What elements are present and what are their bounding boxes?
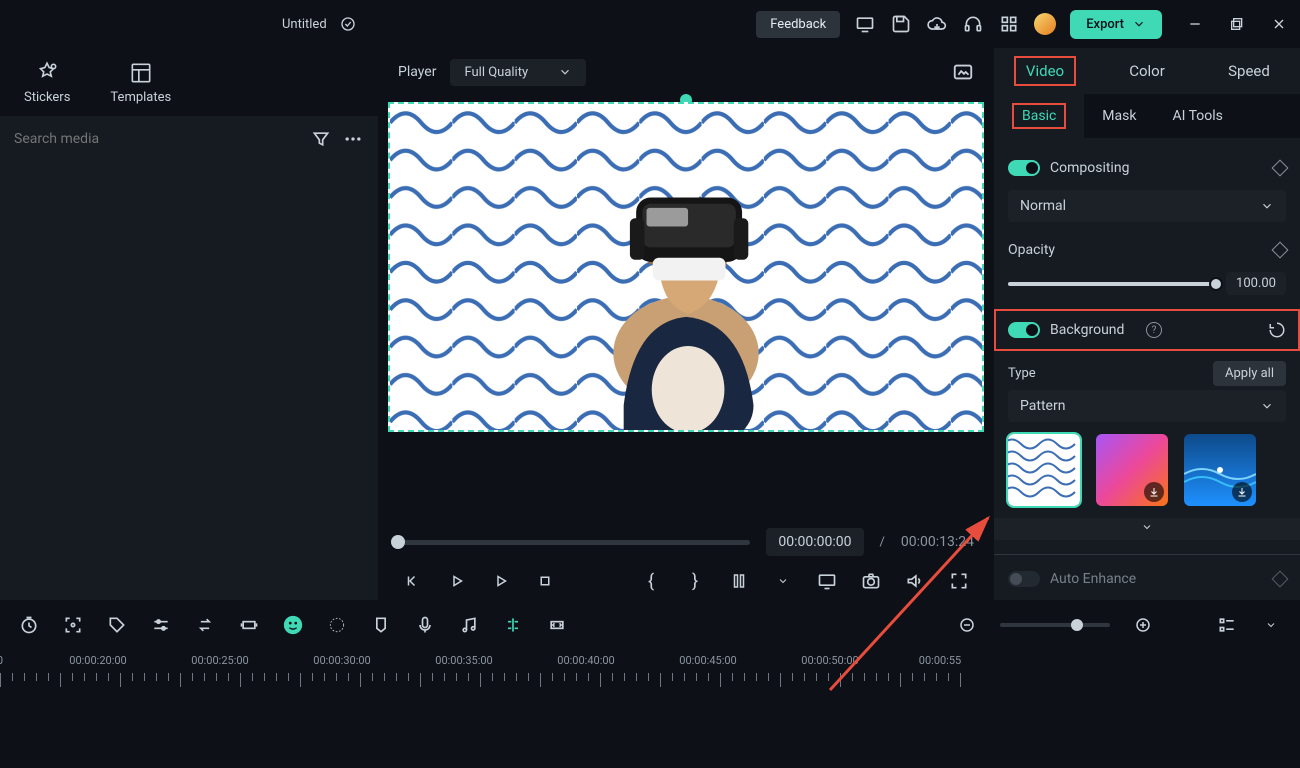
compositing-label: Compositing bbox=[1050, 160, 1264, 176]
right-panel: Video Color Speed Basic Mask AI Tools Co… bbox=[994, 48, 1300, 600]
zoom-in-icon[interactable] bbox=[1132, 614, 1154, 636]
minimize-icon[interactable] bbox=[1186, 15, 1204, 33]
tab-templates[interactable]: Templates bbox=[110, 60, 171, 105]
swap-icon[interactable] bbox=[194, 614, 216, 636]
download-icon[interactable] bbox=[1144, 482, 1164, 502]
mark-out-icon[interactable]: } bbox=[684, 570, 706, 592]
mic-icon[interactable] bbox=[414, 614, 436, 636]
keyframe-icon[interactable] bbox=[1272, 160, 1289, 177]
player-label: Player bbox=[398, 64, 436, 80]
opacity-slider[interactable] bbox=[1008, 282, 1216, 286]
chevron-down-icon[interactable] bbox=[772, 570, 794, 592]
select-icon[interactable] bbox=[62, 614, 84, 636]
zoom-out-icon[interactable] bbox=[956, 614, 978, 636]
save-icon[interactable] bbox=[890, 13, 912, 35]
compositing-toggle[interactable] bbox=[1008, 160, 1040, 176]
camera-icon[interactable] bbox=[860, 570, 882, 592]
current-time: 00:00:00:00 bbox=[766, 528, 863, 556]
quality-select[interactable]: Full Quality bbox=[450, 59, 586, 86]
grid-icon[interactable] bbox=[998, 13, 1020, 35]
music-icon[interactable] bbox=[458, 614, 480, 636]
list-icon[interactable] bbox=[1216, 614, 1238, 636]
center-panel: Player Full Quality bbox=[378, 48, 994, 600]
background-label: Background bbox=[1050, 322, 1136, 338]
zoom-slider[interactable] bbox=[1000, 623, 1110, 627]
tab-video[interactable]: Video bbox=[994, 46, 1096, 96]
crop-icon[interactable] bbox=[728, 570, 750, 592]
transport-bar: 00:00:00:00 / 00:00:13:24 { } bbox=[388, 516, 984, 600]
face-icon[interactable] bbox=[282, 614, 304, 636]
reset-icon[interactable] bbox=[1268, 321, 1286, 339]
sparkle-icon[interactable] bbox=[326, 614, 348, 636]
help-icon[interactable]: ? bbox=[1146, 322, 1162, 338]
sliders-icon[interactable] bbox=[150, 614, 172, 636]
split-icon[interactable] bbox=[502, 614, 524, 636]
left-panel: Stickers Templates bbox=[0, 48, 378, 600]
titlebar: Untitled Feedback Export bbox=[0, 0, 1300, 48]
fullscreen-icon[interactable] bbox=[948, 570, 970, 592]
auto-enhance-toggle[interactable] bbox=[1008, 571, 1040, 587]
total-time: 00:00:13:24 bbox=[901, 534, 974, 550]
stop-icon[interactable] bbox=[534, 570, 556, 592]
pattern-blue-wave[interactable] bbox=[1184, 434, 1256, 506]
tab-speed[interactable]: Speed bbox=[1198, 52, 1300, 90]
mark-in-icon[interactable]: { bbox=[640, 570, 662, 592]
marker-icon[interactable] bbox=[370, 614, 392, 636]
display-icon[interactable] bbox=[816, 570, 838, 592]
pattern-gradient[interactable] bbox=[1096, 434, 1168, 506]
next-frame-icon[interactable] bbox=[490, 570, 512, 592]
tab-stickers[interactable]: Stickers bbox=[24, 60, 70, 105]
volume-icon[interactable] bbox=[904, 570, 926, 592]
screen-icon[interactable] bbox=[854, 13, 876, 35]
prev-frame-icon[interactable] bbox=[402, 570, 424, 592]
ruler[interactable]: 000:00:20:0000:00:25:0000:00:30:0000:00:… bbox=[0, 650, 1300, 690]
pattern-wavy[interactable] bbox=[1008, 434, 1080, 506]
play-icon[interactable] bbox=[446, 570, 468, 592]
snapshot-icon[interactable] bbox=[952, 61, 974, 83]
opacity-value[interactable]: 100.00 bbox=[1226, 272, 1286, 295]
filter-icon[interactable] bbox=[310, 128, 332, 150]
auto-enhance-label: Auto Enhance bbox=[1050, 571, 1264, 587]
timeline: 000:00:20:0000:00:25:0000:00:30:0000:00:… bbox=[0, 600, 1300, 768]
preview-area[interactable] bbox=[388, 102, 984, 496]
opacity-label: Opacity bbox=[1008, 242, 1264, 258]
search-input[interactable] bbox=[14, 131, 300, 147]
apply-all-button[interactable]: Apply all bbox=[1213, 361, 1286, 386]
background-section: Background ? bbox=[994, 309, 1300, 351]
tag-icon[interactable] bbox=[106, 614, 128, 636]
project-title: Untitled bbox=[282, 17, 327, 32]
feedback-button[interactable]: Feedback bbox=[756, 11, 840, 38]
subtab-ai[interactable]: AI Tools bbox=[1154, 99, 1240, 133]
rect-icon[interactable] bbox=[238, 614, 260, 636]
background-toggle[interactable] bbox=[1008, 322, 1040, 338]
checkmark-icon bbox=[337, 13, 359, 35]
maximize-icon[interactable] bbox=[1228, 15, 1246, 33]
cloud-icon[interactable] bbox=[926, 13, 948, 35]
keyframe-icon[interactable] bbox=[1272, 242, 1289, 259]
scrubber[interactable] bbox=[398, 540, 750, 545]
fit-icon[interactable] bbox=[546, 614, 568, 636]
type-label: Type bbox=[1008, 366, 1036, 381]
keyframe-icon[interactable] bbox=[1272, 571, 1289, 588]
expand-patterns[interactable] bbox=[994, 518, 1300, 540]
blend-mode-select[interactable]: Normal bbox=[1008, 190, 1286, 222]
headphones-icon[interactable] bbox=[962, 13, 984, 35]
subtab-basic[interactable]: Basic bbox=[994, 94, 1084, 138]
profile-icon[interactable] bbox=[1034, 13, 1056, 35]
more-icon[interactable] bbox=[342, 128, 364, 150]
export-button[interactable]: Export bbox=[1070, 10, 1162, 39]
type-select[interactable]: Pattern bbox=[1008, 390, 1286, 422]
download-icon[interactable] bbox=[1232, 482, 1252, 502]
chevron-down-icon[interactable] bbox=[1260, 614, 1282, 636]
timer-icon[interactable] bbox=[18, 614, 40, 636]
close-icon[interactable] bbox=[1270, 15, 1288, 33]
subtab-mask[interactable]: Mask bbox=[1084, 99, 1154, 133]
tab-color[interactable]: Color bbox=[1096, 52, 1198, 90]
